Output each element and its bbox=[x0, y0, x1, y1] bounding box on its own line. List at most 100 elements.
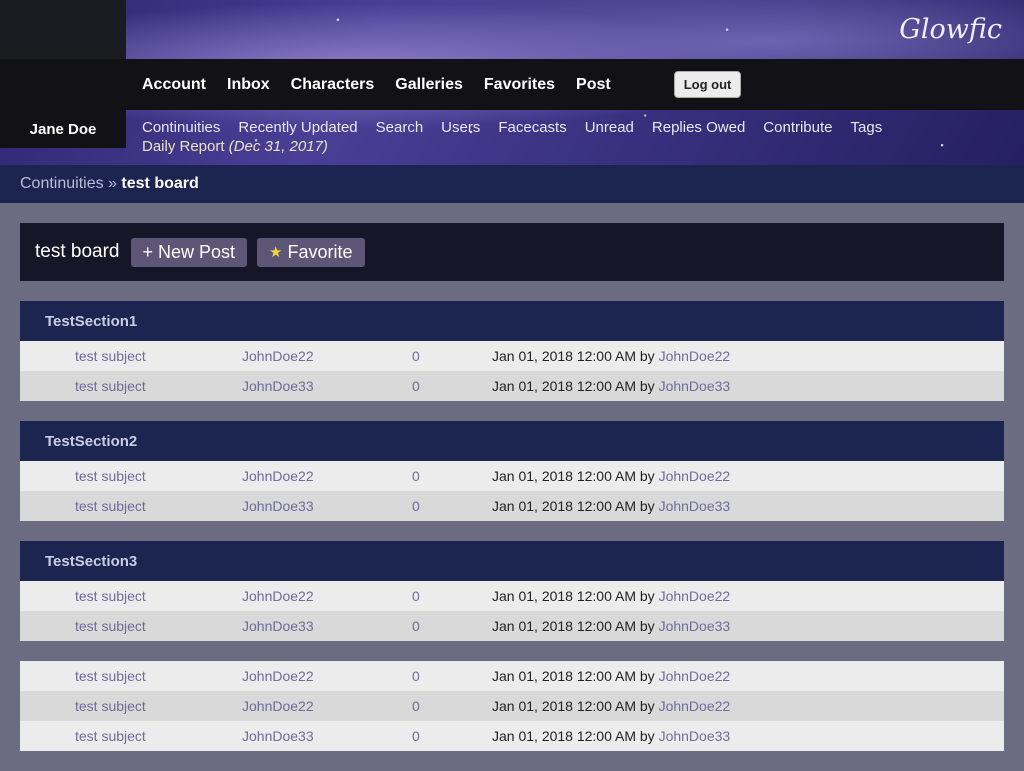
last-reply-user-link[interactable]: JohnDoe33 bbox=[659, 618, 731, 634]
board-title: test board bbox=[35, 241, 120, 262]
favorite-button[interactable]: ★ Favorite bbox=[257, 237, 365, 267]
site-header: Glowfic Account Inbox Characters Galleri… bbox=[0, 0, 1024, 165]
post-subject-link[interactable]: test subject bbox=[20, 348, 242, 364]
sub-nav-facecasts[interactable]: Facecasts bbox=[498, 119, 566, 136]
post-subject-link[interactable]: test subject bbox=[20, 668, 242, 684]
post-last-updated: Jan 01, 2018 12:00 AM by JohnDoe22 bbox=[492, 588, 730, 604]
last-reply-user-link[interactable]: JohnDoe33 bbox=[659, 378, 731, 394]
post-author-link[interactable]: JohnDoe33 bbox=[242, 618, 412, 634]
post-subject-link[interactable]: test subject bbox=[20, 728, 242, 744]
post-row: test subject JohnDoe22 0 Jan 01, 2018 12… bbox=[20, 461, 1004, 491]
updated-time[interactable]: Jan 01, 2018 12:00 AM bbox=[492, 378, 636, 394]
post-author-link[interactable]: JohnDoe33 bbox=[242, 498, 412, 514]
post-reply-count: 0 bbox=[412, 728, 420, 744]
section-title[interactable]: TestSection2 bbox=[20, 421, 1004, 461]
post-subject-link[interactable]: test subject bbox=[20, 588, 242, 604]
post-reply-count: 0 bbox=[412, 668, 420, 684]
updated-by-label: by bbox=[639, 728, 655, 744]
last-reply-user-link[interactable]: JohnDoe22 bbox=[659, 348, 731, 364]
site-logo[interactable]: Glowfic bbox=[899, 14, 1002, 45]
breadcrumb-current: test board bbox=[121, 175, 199, 192]
updated-by-label: by bbox=[639, 698, 655, 714]
last-reply-user-link[interactable]: JohnDoe33 bbox=[659, 498, 731, 514]
post-reply-count: 0 bbox=[412, 468, 420, 484]
updated-time[interactable]: Jan 01, 2018 12:00 AM bbox=[492, 588, 636, 604]
post-last-updated: Jan 01, 2018 12:00 AM by JohnDoe22 bbox=[492, 698, 730, 714]
post-last-updated: Jan 01, 2018 12:00 AM by JohnDoe22 bbox=[492, 348, 730, 364]
sub-nav-search[interactable]: Search bbox=[376, 119, 424, 136]
updated-time[interactable]: Jan 01, 2018 12:00 AM bbox=[492, 728, 636, 744]
post-row: test subject JohnDoe33 0 Jan 01, 2018 12… bbox=[20, 721, 1004, 751]
board-section: TestSection2 test subject JohnDoe22 0 Ja… bbox=[20, 421, 1004, 521]
updated-time[interactable]: Jan 01, 2018 12:00 AM bbox=[492, 668, 636, 684]
post-last-updated: Jan 01, 2018 12:00 AM by JohnDoe33 bbox=[492, 728, 730, 744]
updated-time[interactable]: Jan 01, 2018 12:00 AM bbox=[492, 348, 636, 364]
header-corner-block bbox=[0, 0, 126, 59]
post-last-updated: Jan 01, 2018 12:00 AM by JohnDoe33 bbox=[492, 618, 730, 634]
sub-nav-contribute[interactable]: Contribute bbox=[763, 119, 832, 136]
logout-button[interactable]: Log out bbox=[673, 71, 742, 98]
daily-report-label: Daily Report bbox=[142, 138, 225, 155]
post-subject-link[interactable]: test subject bbox=[20, 618, 242, 634]
sub-nav-recently-updated[interactable]: Recently Updated bbox=[238, 119, 357, 136]
sub-nav-users[interactable]: Users bbox=[441, 119, 480, 136]
post-author-link[interactable]: JohnDoe33 bbox=[242, 378, 412, 394]
post-row: test subject JohnDoe22 0 Jan 01, 2018 12… bbox=[20, 661, 1004, 691]
post-subject-link[interactable]: test subject bbox=[20, 378, 242, 394]
post-reply-count: 0 bbox=[412, 698, 420, 714]
updated-by-label: by bbox=[639, 468, 655, 484]
post-subject-link[interactable]: test subject bbox=[20, 698, 242, 714]
post-author-link[interactable]: JohnDoe33 bbox=[242, 728, 412, 744]
post-row: test subject JohnDoe22 0 Jan 01, 2018 12… bbox=[20, 691, 1004, 721]
breadcrumb-continuities[interactable]: Continuities bbox=[20, 175, 104, 192]
star-icon: ★ bbox=[269, 244, 283, 261]
sub-nav-tags[interactable]: Tags bbox=[851, 119, 883, 136]
last-reply-user-link[interactable]: JohnDoe22 bbox=[659, 588, 731, 604]
post-author-link[interactable]: JohnDoe22 bbox=[242, 588, 412, 604]
post-row: test subject JohnDoe33 0 Jan 01, 2018 12… bbox=[20, 611, 1004, 641]
nav-favorites[interactable]: Favorites bbox=[484, 76, 555, 94]
board-header: test board + New Post ★ Favorite bbox=[20, 223, 1004, 281]
sub-nav: Continuities Recently Updated Search Users F… bbox=[142, 118, 1002, 156]
new-post-button[interactable]: + New Post bbox=[130, 237, 248, 267]
updated-time[interactable]: Jan 01, 2018 12:00 AM bbox=[492, 468, 636, 484]
post-author-link[interactable]: JohnDoe22 bbox=[242, 348, 412, 364]
last-reply-user-link[interactable]: JohnDoe22 bbox=[659, 668, 731, 684]
updated-time[interactable]: Jan 01, 2018 12:00 AM bbox=[492, 698, 636, 714]
post-reply-count: 0 bbox=[412, 618, 420, 634]
favorite-label: Favorite bbox=[287, 241, 353, 262]
post-author-link[interactable]: JohnDoe22 bbox=[242, 698, 412, 714]
daily-report-link[interactable]: Daily Report (Dec 31, 2017) bbox=[142, 137, 1002, 156]
post-row: test subject JohnDoe33 0 Jan 01, 2018 12… bbox=[20, 491, 1004, 521]
nav-inbox[interactable]: Inbox bbox=[227, 76, 270, 94]
section-title[interactable]: TestSection3 bbox=[20, 541, 1004, 581]
updated-by-label: by bbox=[639, 498, 655, 514]
sub-nav-unread[interactable]: Unread bbox=[585, 119, 634, 136]
username[interactable]: Jane Doe bbox=[0, 110, 126, 148]
post-last-updated: Jan 01, 2018 12:00 AM by JohnDoe33 bbox=[492, 498, 730, 514]
post-last-updated: Jan 01, 2018 12:00 AM by JohnDoe22 bbox=[492, 468, 730, 484]
nav-post[interactable]: Post bbox=[576, 76, 611, 94]
section-title[interactable]: TestSection1 bbox=[20, 301, 1004, 341]
post-reply-count: 0 bbox=[412, 378, 420, 394]
sub-nav-replies-owed[interactable]: Replies Owed bbox=[652, 119, 745, 136]
updated-by-label: by bbox=[639, 618, 655, 634]
nav-account[interactable]: Account bbox=[142, 76, 206, 94]
post-author-link[interactable]: JohnDoe22 bbox=[242, 468, 412, 484]
nav-characters[interactable]: Characters bbox=[291, 76, 375, 94]
last-reply-user-link[interactable]: JohnDoe22 bbox=[659, 698, 731, 714]
last-reply-user-link[interactable]: JohnDoe22 bbox=[659, 468, 731, 484]
post-row: test subject JohnDoe22 0 Jan 01, 2018 12… bbox=[20, 581, 1004, 611]
updated-by-label: by bbox=[639, 668, 655, 684]
post-author-link[interactable]: JohnDoe22 bbox=[242, 668, 412, 684]
updated-time[interactable]: Jan 01, 2018 12:00 AM bbox=[492, 618, 636, 634]
sub-nav-continuities[interactable]: Continuities bbox=[142, 119, 220, 136]
post-row: test subject JohnDoe22 0 Jan 01, 2018 12… bbox=[20, 341, 1004, 371]
updated-time[interactable]: Jan 01, 2018 12:00 AM bbox=[492, 498, 636, 514]
last-reply-user-link[interactable]: JohnDoe33 bbox=[659, 728, 731, 744]
breadcrumb: Continuities » test board bbox=[0, 165, 1024, 203]
post-subject-link[interactable]: test subject bbox=[20, 498, 242, 514]
updated-by-label: by bbox=[639, 348, 655, 364]
nav-galleries[interactable]: Galleries bbox=[395, 76, 463, 94]
post-subject-link[interactable]: test subject bbox=[20, 468, 242, 484]
